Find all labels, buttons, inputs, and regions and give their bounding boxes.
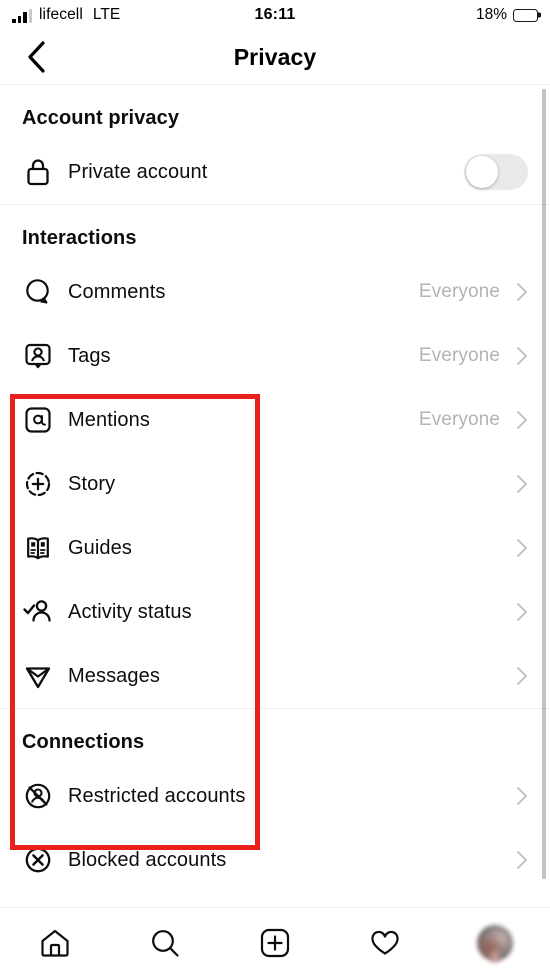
tab-search[interactable]: [133, 919, 197, 967]
chevron-right-icon: [517, 347, 527, 365]
tab-activity[interactable]: [353, 919, 417, 967]
tab-home[interactable]: [23, 919, 87, 967]
row-label: Guides: [68, 536, 132, 559]
row-value: Everyone: [418, 409, 500, 430]
search-icon: [152, 930, 179, 957]
toggle-knob: [466, 156, 498, 188]
heart-activity-icon: [371, 930, 399, 955]
row-comments[interactable]: Comments Everyone: [0, 260, 550, 324]
row-label: Story: [68, 472, 116, 495]
navigation-bar: Privacy: [0, 30, 550, 85]
battery-percentage: 18%: [475, 6, 507, 23]
chevron-right-icon: [517, 603, 527, 621]
app-screen: lifecell LTE 16:11 18% Privacy Account p…: [0, 0, 550, 978]
row-private-account[interactable]: Private account: [0, 140, 550, 204]
section-account-privacy: Account privacy Private account: [0, 85, 550, 204]
page-title: Privacy: [233, 43, 317, 70]
bottom-tab-bar: [0, 907, 550, 978]
row-blocked-accounts[interactable]: Blocked accounts: [0, 828, 550, 892]
private-account-toggle[interactable]: [464, 154, 528, 190]
settings-scroll-area[interactable]: Account privacy Private account Interact…: [0, 85, 550, 907]
row-mentions[interactable]: Mentions Everyone: [0, 388, 550, 452]
home-icon: [41, 929, 69, 957]
status-bar-right: 18%: [476, 6, 538, 24]
add-post-icon: [260, 928, 290, 958]
row-label: Messages: [68, 664, 160, 687]
row-label: Blocked accounts: [68, 848, 227, 871]
row-label: Tags: [68, 344, 111, 367]
row-label: Private account: [68, 160, 208, 183]
chevron-right-icon: [517, 283, 527, 301]
blocked-account-icon: [22, 844, 54, 876]
row-value: Everyone: [418, 345, 500, 366]
chevron-right-icon: [517, 411, 527, 429]
chevron-right-icon: [517, 851, 527, 869]
tag-person-icon: [22, 340, 54, 372]
lock-icon: [22, 156, 54, 188]
chevron-right-icon: [517, 539, 527, 557]
chevron-right-icon: [517, 475, 527, 493]
tab-profile[interactable]: [463, 919, 527, 967]
profile-avatar-icon: [475, 921, 515, 965]
activity-status-icon: [22, 596, 54, 628]
row-messages[interactable]: Messages: [0, 644, 550, 708]
row-label: Restricted accounts: [68, 784, 246, 807]
chevron-left-icon: [28, 41, 45, 73]
row-label: Activity status: [68, 600, 192, 623]
status-bar: lifecell LTE 16:11 18%: [0, 0, 550, 30]
section-heading: Interactions: [22, 227, 137, 249]
row-guides[interactable]: Guides: [0, 516, 550, 580]
chevron-right-icon: [517, 667, 527, 685]
chevron-right-icon: [517, 787, 527, 805]
section-heading: Account privacy: [22, 107, 180, 129]
restricted-account-icon: [22, 780, 54, 812]
messages-send-icon: [22, 660, 54, 692]
row-activity-status[interactable]: Activity status: [0, 580, 550, 644]
row-tags[interactable]: Tags Everyone: [0, 324, 550, 388]
row-restricted-accounts[interactable]: Restricted accounts: [0, 764, 550, 828]
back-button[interactable]: [14, 35, 58, 79]
mention-at-icon: [22, 404, 54, 436]
row-value: Everyone: [418, 281, 500, 302]
section-interactions: Interactions Comments Everyone Tags Ever…: [0, 205, 550, 850]
row-story[interactable]: Story: [0, 452, 550, 516]
guides-book-icon: [22, 532, 54, 564]
story-plus-icon: [22, 468, 54, 500]
comment-bubble-icon: [22, 276, 54, 308]
battery-icon: [513, 8, 538, 22]
status-bar-clock: 16:11: [254, 6, 296, 23]
section-heading: Connections: [22, 731, 145, 753]
section-connections: Connections Restricted accounts Blocked …: [0, 709, 550, 892]
row-label: Mentions: [68, 408, 150, 431]
avatar: [477, 925, 513, 961]
tab-create[interactable]: [243, 919, 307, 967]
row-label: Comments: [68, 280, 166, 303]
